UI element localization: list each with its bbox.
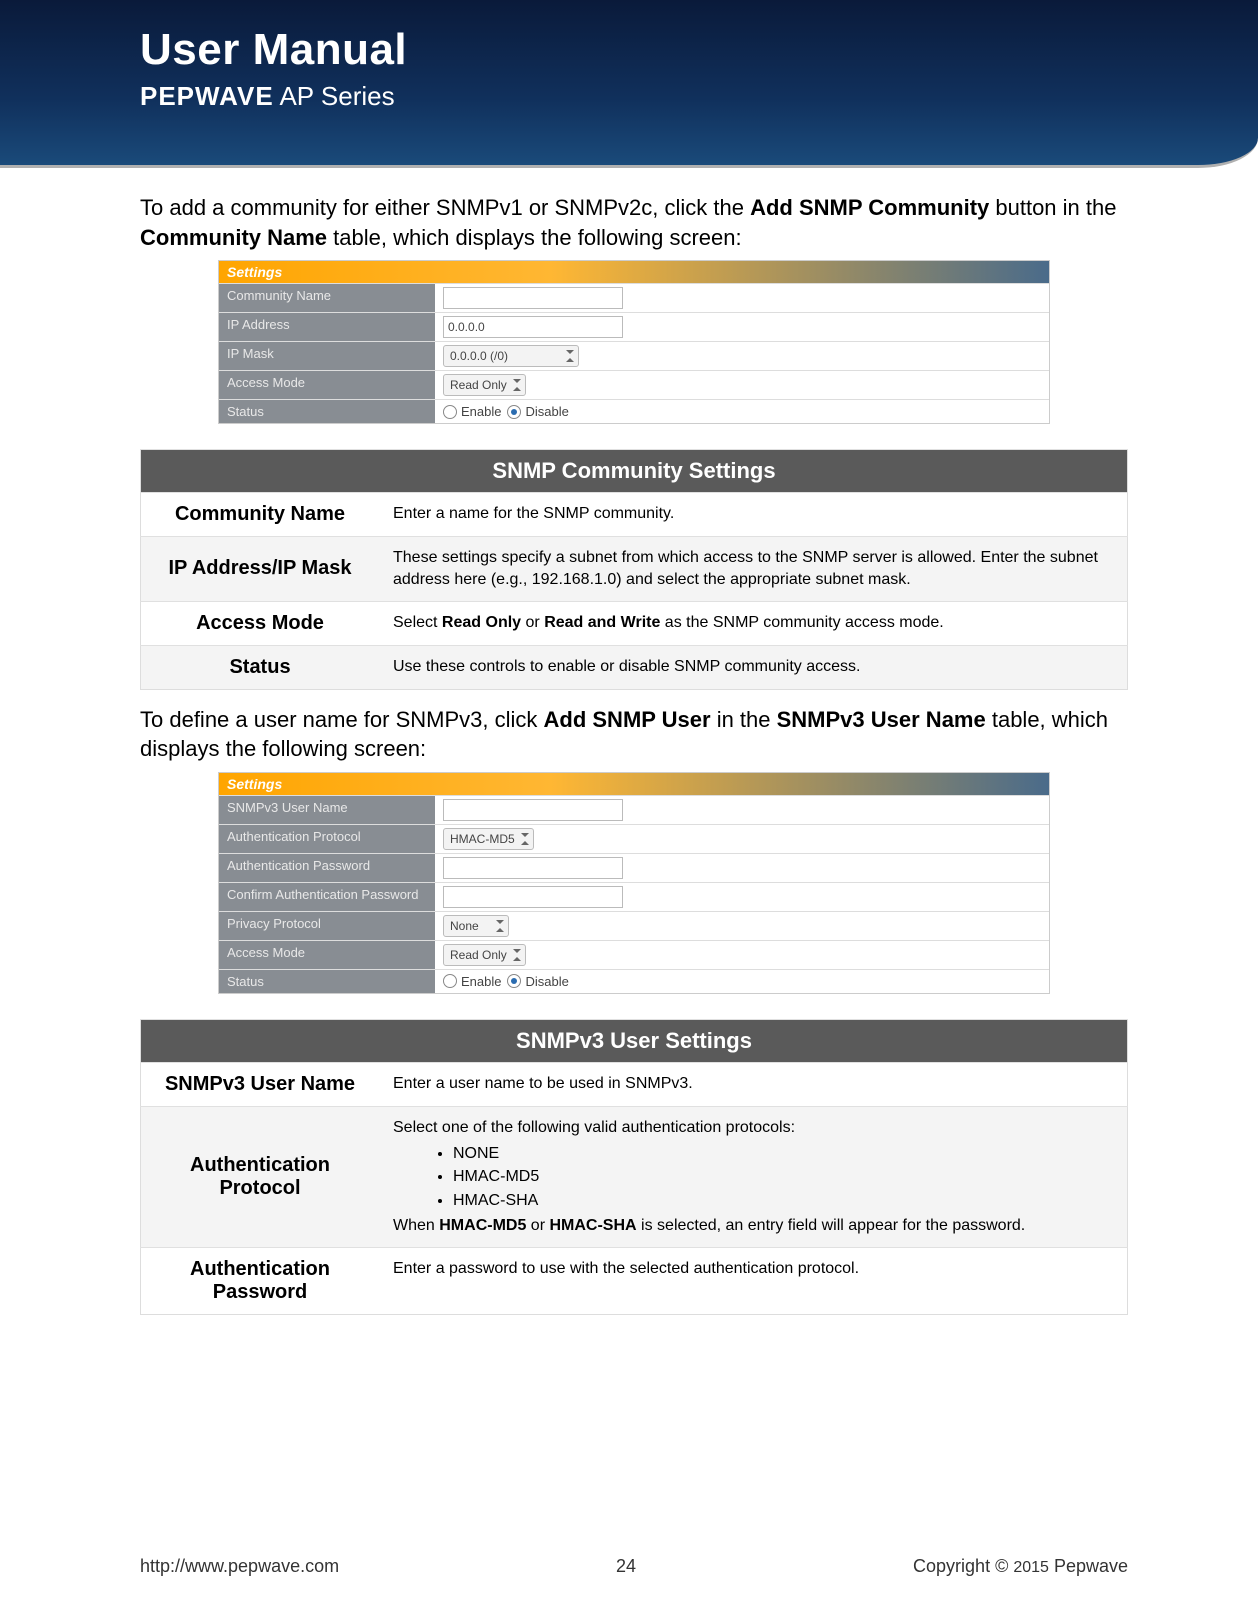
status-disable-radio[interactable]: Disable	[507, 404, 568, 419]
ip-address-input[interactable]: 0.0.0.0	[443, 316, 623, 338]
status-enable-radio[interactable]: Enable	[443, 974, 501, 989]
snmpv3-user-settings-table: SNMPv3 User Settings SNMPv3 User Name En…	[140, 1019, 1128, 1315]
intro-paragraph-1: To add a community for either SNMPv1 or …	[140, 193, 1128, 252]
key-status: Status	[141, 645, 380, 689]
page-number: 24	[616, 1556, 636, 1577]
page-footer: http://www.pepwave.com 24 Copyright © 20…	[0, 1556, 1258, 1577]
footer-url: http://www.pepwave.com	[140, 1556, 339, 1577]
key-auth-password: Authentication Password	[141, 1247, 380, 1314]
status-disable-radio[interactable]: Disable	[507, 974, 568, 989]
snmpv3-settings-panel: Settings SNMPv3 User Name Authentication…	[218, 772, 1050, 994]
doc-subtitle: PEPWAVE AP Series	[140, 81, 1258, 112]
label-status: Status	[219, 400, 435, 423]
list-item: HMAC-MD5	[453, 1166, 1113, 1188]
val-auth-protocol: Select one of the following valid authen…	[379, 1106, 1128, 1247]
label-auth-protocol: Authentication Protocol	[219, 825, 435, 853]
ip-mask-select[interactable]: 0.0.0.0 (/0)	[443, 345, 579, 367]
val-user-name: Enter a user name to be used in SNMPv3.	[379, 1062, 1128, 1106]
val-auth-password: Enter a password to use with the selecte…	[379, 1247, 1128, 1314]
community-settings-table: SNMP Community Settings Community Name E…	[140, 449, 1128, 689]
val-ip-mask: These settings specify a subnet from whi…	[379, 537, 1128, 601]
confirm-auth-password-input[interactable]	[443, 886, 623, 908]
footer-copyright: Copyright © 2015 Pepwave	[913, 1556, 1128, 1577]
label-ip-address: IP Address	[219, 313, 435, 341]
intro-paragraph-2: To define a user name for SNMPv3, click …	[140, 705, 1128, 764]
list-item: HMAC-SHA	[453, 1190, 1113, 1212]
auth-password-input[interactable]	[443, 857, 623, 879]
privacy-protocol-select[interactable]: None	[443, 915, 509, 937]
panel-header: Settings	[219, 261, 1049, 283]
val-community-name: Enter a name for the SNMP community.	[379, 493, 1128, 537]
label-access-mode: Access Mode	[219, 941, 435, 969]
access-mode-select[interactable]: Read Only	[443, 944, 526, 966]
label-community-name: Community Name	[219, 284, 435, 312]
brand-name: PEPWAVE	[140, 81, 274, 111]
user-name-input[interactable]	[443, 799, 623, 821]
label-ip-mask: IP Mask	[219, 342, 435, 370]
val-access-mode: Select Read Only or Read and Write as th…	[379, 601, 1128, 645]
panel-header: Settings	[219, 773, 1049, 795]
label-auth-password: Authentication Password	[219, 854, 435, 882]
community-name-input[interactable]	[443, 287, 623, 309]
series-name: AP Series	[274, 81, 395, 111]
document-header: User Manual PEPWAVE AP Series	[0, 0, 1258, 168]
label-access-mode: Access Mode	[219, 371, 435, 399]
key-community-name: Community Name	[141, 493, 380, 537]
status-enable-radio[interactable]: Enable	[443, 404, 501, 419]
key-access-mode: Access Mode	[141, 601, 380, 645]
doc-title: User Manual	[140, 25, 1258, 75]
auth-protocol-select[interactable]: HMAC-MD5	[443, 828, 534, 850]
access-mode-select[interactable]: Read Only	[443, 374, 526, 396]
label-user-name: SNMPv3 User Name	[219, 796, 435, 824]
list-item: NONE	[453, 1143, 1113, 1165]
table-header: SNMP Community Settings	[141, 450, 1128, 493]
label-privacy-protocol: Privacy Protocol	[219, 912, 435, 940]
label-confirm-auth-password: Confirm Authentication Password	[219, 883, 435, 911]
key-user-name: SNMPv3 User Name	[141, 1062, 380, 1106]
label-status: Status	[219, 970, 435, 993]
table-header: SNMPv3 User Settings	[141, 1019, 1128, 1062]
community-settings-panel: Settings Community Name IP Address 0.0.0…	[218, 260, 1050, 424]
val-status: Use these controls to enable or disable …	[379, 645, 1128, 689]
key-auth-protocol: Authentication Protocol	[141, 1106, 380, 1247]
key-ip-mask: IP Address/IP Mask	[141, 537, 380, 601]
